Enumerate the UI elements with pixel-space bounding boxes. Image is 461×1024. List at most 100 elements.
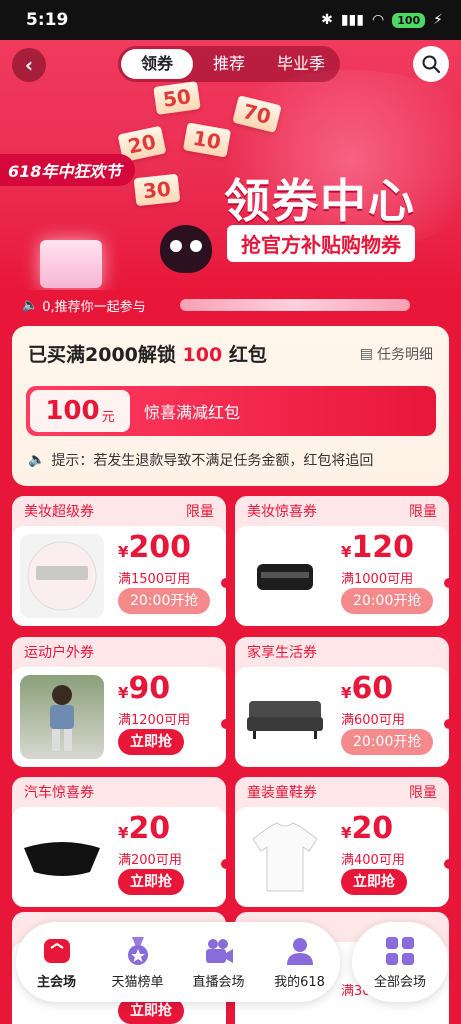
coupon-condition: 满400可用 (341, 853, 405, 868)
product-image (243, 534, 327, 618)
coupon-price: ¥60 (341, 671, 393, 706)
currency: ¥ (118, 684, 129, 702)
back-button[interactable]: ‹ (12, 48, 46, 82)
currency: ¥ (341, 543, 352, 561)
red-packet-label: 惊喜满减红包 (144, 403, 241, 422)
red-packet-value: 100 (45, 396, 100, 426)
main-venue-icon (41, 935, 73, 967)
coupon-price: ¥20 (341, 811, 393, 846)
task-title-amount: 100 (182, 344, 223, 366)
top-tabs: 领券 推荐 毕业季 (118, 46, 340, 82)
limited-badge: 限量 (186, 504, 214, 520)
coupon-card[interactable]: 美妆超级券 限量 ¥200 满1500可用 20:00开抢 (12, 496, 226, 626)
tab-recommend[interactable]: 推荐 (193, 49, 265, 79)
coupon-button[interactable]: 立即抢 (341, 869, 407, 895)
grid-icon (386, 936, 414, 965)
speaker-icon: 🔈 (22, 297, 39, 313)
limited-badge: 限量 (409, 504, 437, 520)
wifi-icon: ◠ (371, 12, 385, 28)
status-bar: 5:19 ✱ ▮▮▮ ◠ 100 ⚡ (0, 0, 461, 40)
card-notch (444, 719, 449, 729)
coupon-price: ¥200 (118, 530, 191, 565)
coupon-price: ¥20 (118, 811, 170, 846)
notice-ticker: 🔈 0,推荐你一起参与 (0, 290, 461, 320)
coupon-condition: 满1200可用 (118, 713, 191, 728)
sofa-icon (247, 701, 323, 739)
coupon-button[interactable]: 立即抢 (118, 869, 184, 895)
status-icons: ✱ ▮▮▮ ◠ 100 ⚡ (321, 12, 443, 28)
live-camera-icon (203, 935, 235, 967)
tmall-cat-mascot (160, 225, 212, 273)
coupon-button[interactable]: 20:00开抢 (118, 588, 211, 614)
coupon-name: 汽车惊喜券 (24, 785, 94, 801)
coupon-amount: 60 (351, 671, 394, 706)
ranking-medal-icon (122, 935, 154, 967)
page-subtitle: 抢官方补贴购物券 (227, 225, 415, 262)
notice-blurred-text (179, 299, 410, 311)
coupon-amount: 200 (128, 530, 192, 565)
task-card: 已买满2000解锁 100 红包 ▤ 任务明细 100 元 惊喜满减红包 🔈 提… (12, 326, 449, 486)
currency: ¥ (118, 824, 129, 842)
red-packet-bar[interactable]: 100 元 惊喜满减红包 (26, 386, 436, 436)
chevron-left-icon: ‹ (24, 53, 34, 77)
currency: ¥ (341, 684, 352, 702)
search-icon (422, 55, 441, 74)
ticket: 30 (133, 173, 181, 207)
coupon-button[interactable]: 20:00开抢 (341, 588, 434, 614)
nav-main-venue[interactable]: 主会场 (16, 935, 97, 990)
task-title-prefix: 已买满2000解锁 (28, 344, 176, 366)
product-image (243, 815, 327, 899)
speaker-icon: 🔈 (28, 452, 46, 468)
coupon-amount: 20 (351, 811, 394, 846)
card-notch (444, 578, 449, 588)
document-icon: ▤ (359, 346, 373, 362)
user-icon (284, 935, 316, 967)
coupon-price: ¥90 (118, 671, 170, 706)
coupon-card[interactable]: 家享生活券 ¥60 满600可用 20:00开抢 (235, 637, 449, 767)
card-notch (221, 859, 226, 869)
nav-ranking[interactable]: 天猫榜单 (97, 935, 178, 990)
coupon-card[interactable]: 汽车惊喜券 ¥20 满200可用 立即抢 (12, 777, 226, 907)
task-tip: 🔈 提示：若发生退款导致不满足任务金额，红包将追回 (28, 450, 373, 470)
card-notch (221, 578, 226, 588)
task-tip-text: 提示：若发生退款导致不满足任务金额，红包将追回 (51, 453, 374, 469)
page-title: 领券中心 (224, 174, 416, 228)
coupon-name: 美妆惊喜券 (247, 504, 317, 520)
bluetooth-icon: ✱ (321, 12, 333, 28)
tshirt-icon (252, 822, 318, 892)
red-packet-unit: 元 (101, 409, 115, 425)
coupon-price: ¥120 (341, 530, 414, 565)
coupon-card[interactable]: 美妆惊喜券 限量 ¥120 满1000可用 20:00开抢 (235, 496, 449, 626)
product-image (20, 675, 104, 759)
coupon-name: 美妆超级券 (24, 504, 94, 520)
all-venues-button[interactable]: 全部会场 (352, 922, 448, 1002)
ticket: 70 (232, 95, 282, 133)
coupon-card[interactable]: 童装童鞋券 限量 ¥20 满400可用 立即抢 (235, 777, 449, 907)
cream-jar-icon (257, 564, 313, 590)
coupon-name: 运动户外券 (24, 645, 94, 661)
coupon-button[interactable]: 立即抢 (118, 729, 184, 755)
product-image (20, 534, 104, 618)
coupon-name: 家享生活券 (247, 645, 317, 661)
task-title-suffix: 红包 (228, 344, 267, 366)
search-button[interactable] (413, 46, 449, 82)
tab-graduation[interactable]: 毕业季 (265, 49, 337, 79)
tab-coupons[interactable]: 领券 (121, 49, 193, 79)
coupon-card[interactable]: 运动户外券 ¥90 满1200可用 立即抢 (12, 637, 226, 767)
coupon-amount: 120 (351, 530, 415, 565)
card-notch (221, 719, 226, 729)
coupon-amount: 20 (128, 811, 171, 846)
currency: ¥ (118, 543, 129, 561)
coupon-button[interactable]: 20:00开抢 (341, 729, 434, 755)
nav-live[interactable]: 直播会场 (178, 935, 259, 990)
nav-my618[interactable]: 我的618 (259, 935, 340, 990)
event-badge: 618年中狂欢节 (0, 154, 136, 186)
task-detail-link[interactable]: ▤ 任务明细 (360, 344, 433, 364)
product-image (243, 675, 327, 759)
red-packet-amount: 100 元 (30, 390, 130, 432)
gift-box-icon (40, 240, 102, 288)
signal-icon: ▮▮▮ (340, 12, 364, 28)
nav-label: 全部会场 (373, 974, 426, 990)
coupon-amount: 90 (128, 671, 171, 706)
card-notch (444, 859, 449, 869)
